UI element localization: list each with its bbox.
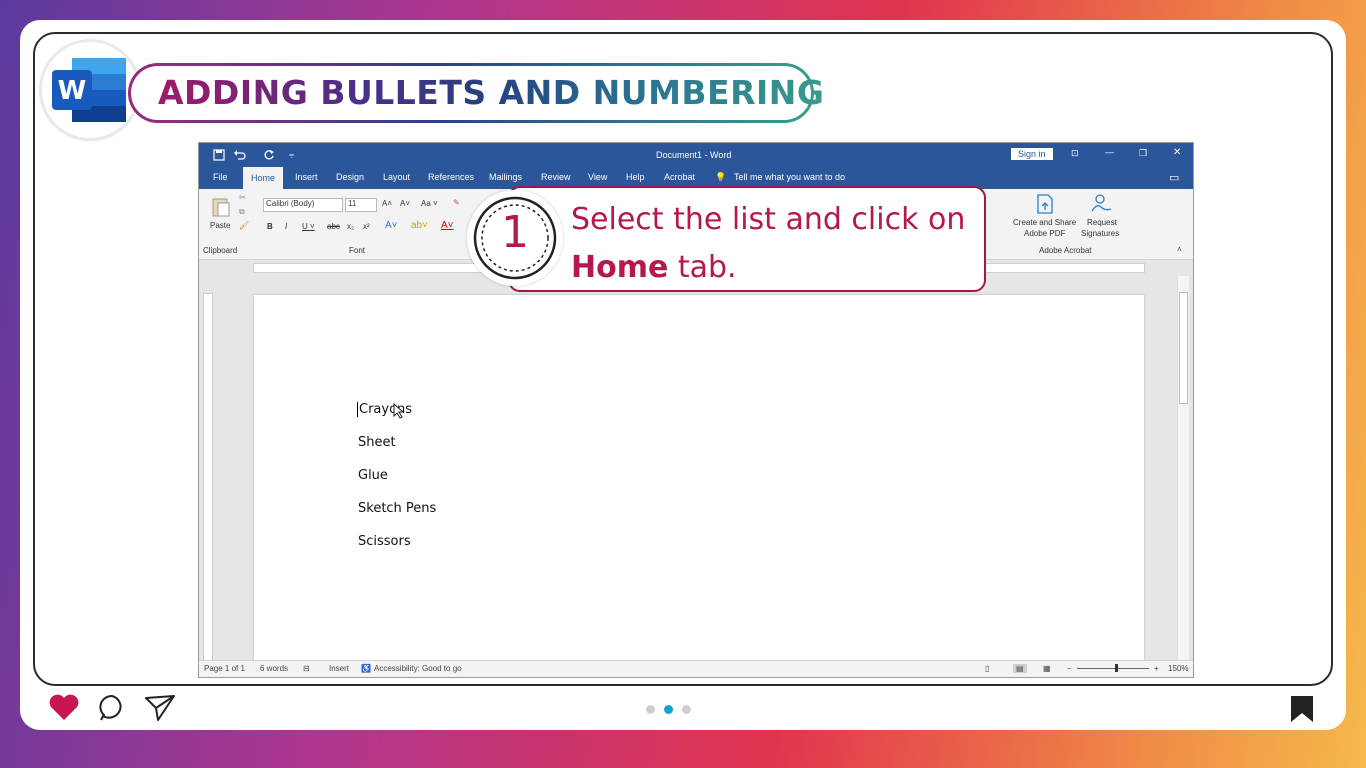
insert-mode[interactable]: Insert xyxy=(329,664,349,673)
sign-in-button[interactable]: Sign in xyxy=(1011,148,1053,160)
restore-button[interactable]: ❐ xyxy=(1139,148,1147,159)
accessibility-status[interactable]: Accessibility: Good to go xyxy=(374,664,462,673)
font-group-label: Font xyxy=(349,246,366,255)
tab-layout[interactable]: Layout xyxy=(383,172,410,182)
font-name-box[interactable]: Calibri (Body) xyxy=(263,198,343,212)
step-number: 1 xyxy=(501,207,529,258)
ribbon-display-icon[interactable]: ⊡ xyxy=(1071,148,1079,159)
copy-icon[interactable]: ⧉ xyxy=(239,207,245,217)
accessibility-icon: ♿ xyxy=(361,664,371,673)
tab-review[interactable]: Review xyxy=(541,172,571,182)
grow-font-icon[interactable]: A˄ xyxy=(382,199,392,208)
clipboard-group-label: Clipboard xyxy=(203,246,238,255)
callout-bold: Home xyxy=(571,250,669,285)
font-color-icon[interactable]: A˅ xyxy=(441,220,454,231)
web-layout-icon[interactable]: ▦ xyxy=(1043,664,1051,673)
change-case-icon[interactable]: Aa ˅ xyxy=(421,199,438,208)
pager-dot[interactable] xyxy=(646,705,655,714)
mouse-pointer-icon xyxy=(393,403,405,419)
share-icon[interactable] xyxy=(144,694,176,722)
minimize-button[interactable]: — xyxy=(1105,147,1114,157)
word-titlebar: ⩦ Document1 - Word Sign in ⊡ — ❐ ✕ xyxy=(199,143,1193,167)
tab-file[interactable]: File xyxy=(213,172,228,182)
print-layout-icon[interactable]: ▤ xyxy=(1013,664,1027,673)
redo-icon[interactable] xyxy=(263,149,275,161)
zoom-slider-thumb[interactable] xyxy=(1115,664,1118,672)
callout-line-1: Select the list and click on xyxy=(571,202,966,237)
zoom-out-icon[interactable]: − xyxy=(1067,664,1072,673)
customize-toolbar-icon[interactable]: ⩦ xyxy=(289,149,294,160)
heart-icon[interactable] xyxy=(48,693,80,721)
text-effects-icon[interactable]: A˅ xyxy=(385,220,398,231)
collapse-ribbon-icon[interactable]: ˄ xyxy=(1177,245,1182,254)
vertical-scrollbar[interactable] xyxy=(1177,276,1189,662)
tab-view[interactable]: View xyxy=(588,172,607,182)
create-pdf-icon[interactable] xyxy=(1035,193,1055,215)
clear-formatting-icon[interactable]: ✎ xyxy=(453,198,460,207)
zoom-in-icon[interactable]: + xyxy=(1154,664,1159,673)
subscript-button[interactable]: x₂ xyxy=(347,222,354,231)
strikethrough-button[interactable]: abc xyxy=(327,222,340,231)
page-count[interactable]: Page 1 of 1 xyxy=(204,664,245,673)
create-pdf-label-2[interactable]: Adobe PDF xyxy=(1024,229,1065,238)
undo-icon[interactable] xyxy=(233,149,247,161)
document-page[interactable]: Crayons Sheet Glue Sketch Pens Scissors xyxy=(254,295,1144,665)
create-pdf-label[interactable]: Create and Share xyxy=(1013,218,1076,227)
format-painter-icon[interactable]: 🖌 xyxy=(239,221,249,230)
svg-text:W: W xyxy=(58,76,87,106)
bookmark-icon[interactable] xyxy=(1290,695,1314,723)
list-item[interactable]: Glue xyxy=(358,468,388,483)
acrobat-group-label: Adobe Acrobat xyxy=(1039,246,1092,255)
request-signatures-label[interactable]: Request xyxy=(1087,218,1117,227)
paste-label[interactable]: Paste xyxy=(210,221,230,230)
pager-dot[interactable] xyxy=(682,705,691,714)
callout-text: Select the list and click on Home tab. xyxy=(571,196,971,292)
close-button[interactable]: ✕ xyxy=(1173,147,1181,158)
tab-references[interactable]: References xyxy=(428,172,474,182)
list-item[interactable]: Sketch Pens xyxy=(358,501,436,516)
proofing-icon[interactable]: ⊟ xyxy=(303,664,310,673)
step-badge: 1 xyxy=(467,190,563,286)
italic-button[interactable]: I xyxy=(285,222,287,231)
zoom-level[interactable]: 150% xyxy=(1168,664,1188,673)
vertical-ruler xyxy=(203,293,213,665)
bold-button[interactable]: B xyxy=(267,222,273,231)
superscript-button[interactable]: x² xyxy=(363,222,370,231)
tell-me-search[interactable]: Tell me what you want to do xyxy=(734,172,845,182)
tab-help[interactable]: Help xyxy=(626,172,645,182)
word-count[interactable]: 6 words xyxy=(260,664,288,673)
shrink-font-icon[interactable]: A˅ xyxy=(400,199,410,208)
status-bar: Page 1 of 1 6 words ⊟ Insert ♿ Accessibi… xyxy=(199,660,1193,677)
tab-design[interactable]: Design xyxy=(336,172,364,182)
paste-icon[interactable] xyxy=(211,195,231,217)
comments-icon[interactable]: ▭ xyxy=(1169,171,1179,184)
word-logo: W xyxy=(42,42,138,138)
cut-icon[interactable]: ✂ xyxy=(239,193,246,202)
request-signatures-label-2[interactable]: Signatures xyxy=(1081,229,1119,238)
list-item[interactable]: Scissors xyxy=(358,534,411,549)
callout-rest: tab. xyxy=(668,250,737,285)
tab-acrobat[interactable]: Acrobat xyxy=(664,172,695,182)
zoom-slider[interactable] xyxy=(1077,668,1149,669)
request-signatures-icon[interactable] xyxy=(1089,193,1113,215)
list-item[interactable]: Sheet xyxy=(358,435,396,450)
pager-dot-active[interactable] xyxy=(664,705,673,714)
save-icon[interactable] xyxy=(213,149,225,161)
word-logo-icon: W xyxy=(52,58,126,122)
page-title: ADDING BULLETS AND NUMBERING xyxy=(158,73,825,112)
document-title: Document1 - Word xyxy=(656,150,732,160)
tab-mailings[interactable]: Mailings xyxy=(489,172,522,182)
tab-insert[interactable]: Insert xyxy=(295,172,318,182)
highlight-icon[interactable]: ab˅ xyxy=(411,220,428,231)
font-size-box[interactable]: 11 xyxy=(345,198,377,212)
read-mode-icon[interactable]: ▯ xyxy=(985,664,989,673)
tab-home[interactable]: Home xyxy=(243,167,284,189)
lightbulb-icon: 💡 xyxy=(715,172,727,182)
comment-icon[interactable] xyxy=(98,694,126,722)
underline-button[interactable]: U ˅ xyxy=(302,222,315,231)
